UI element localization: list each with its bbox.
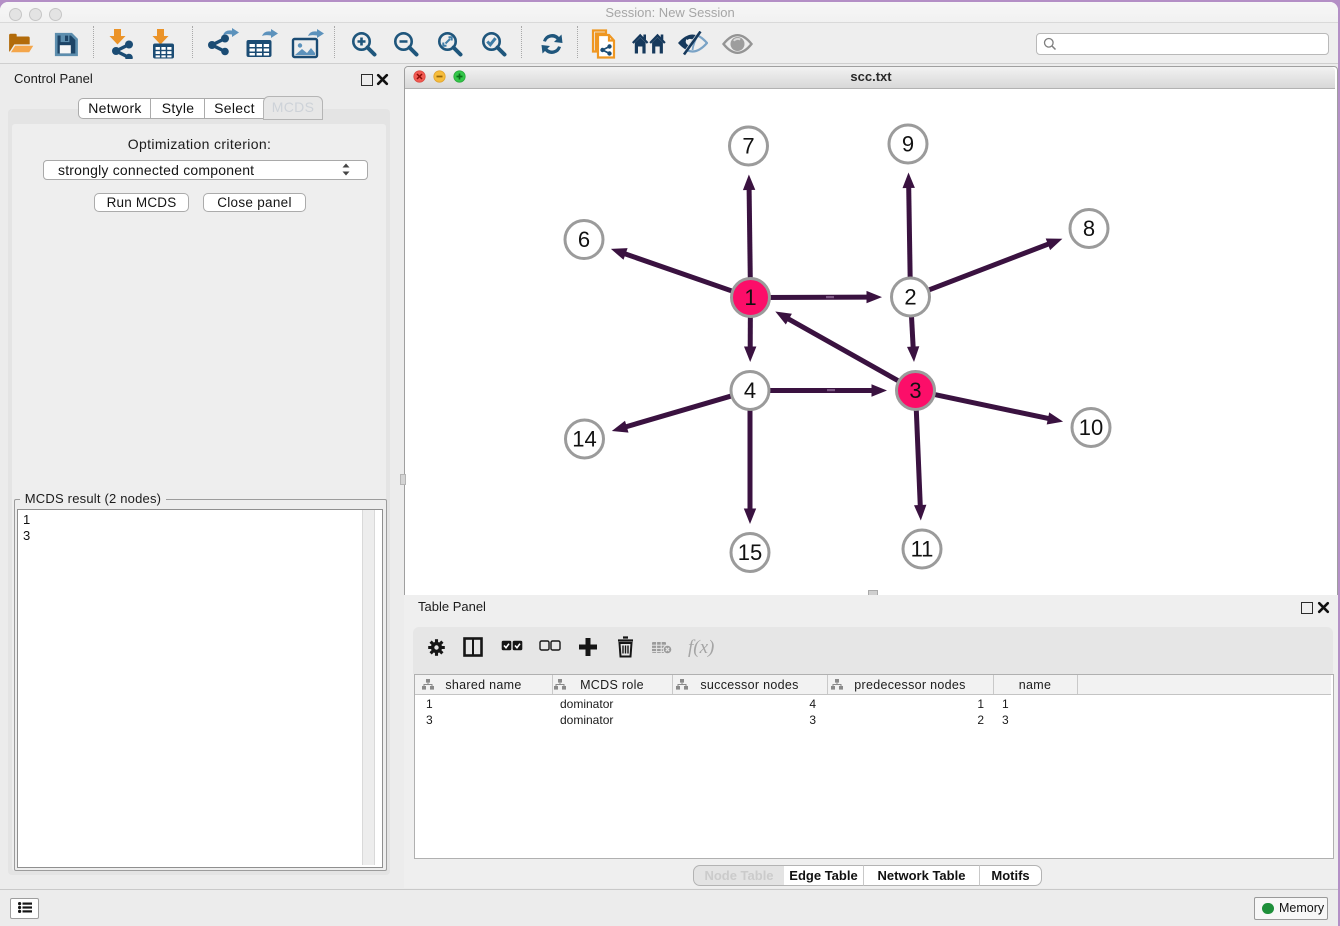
svg-text:8: 8 [1083, 216, 1095, 241]
svg-text:10: 10 [1079, 415, 1103, 440]
svg-text:4: 4 [744, 378, 756, 403]
svg-text:7: 7 [742, 134, 754, 159]
svg-text:2: 2 [904, 285, 916, 310]
svg-text:3: 3 [909, 378, 921, 403]
svg-text:6: 6 [578, 227, 590, 252]
svg-text:11: 11 [911, 537, 934, 562]
svg-text:14: 14 [572, 427, 596, 452]
svg-text:9: 9 [902, 132, 914, 157]
svg-text:1: 1 [744, 285, 756, 310]
svg-text:15: 15 [738, 540, 762, 565]
